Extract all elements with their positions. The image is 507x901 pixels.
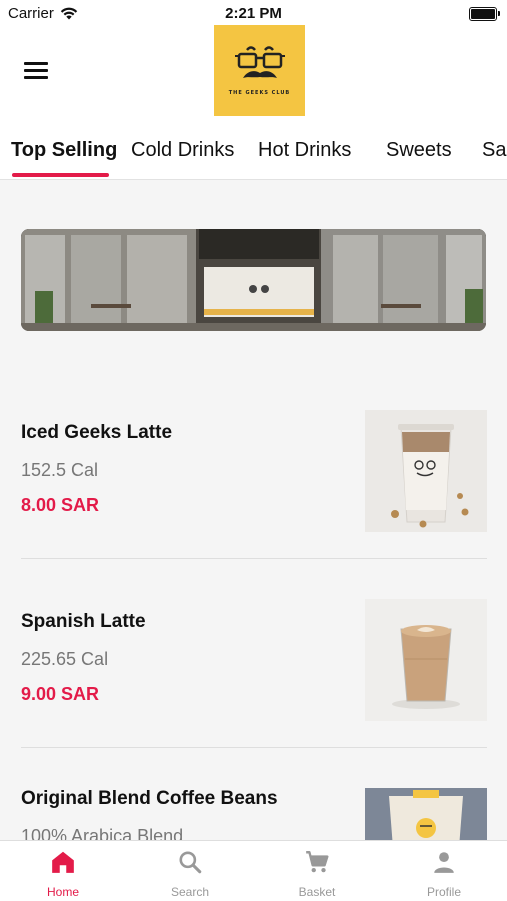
nav-home-label: Home: [46, 885, 79, 899]
bottom-navigation: Home Search Basket Profile: [0, 840, 507, 901]
cafe-storefront-banner[interactable]: [21, 229, 486, 331]
list-divider: [21, 558, 487, 559]
basket-icon: [306, 851, 329, 873]
search-icon: [179, 851, 202, 874]
hamburger-menu-button[interactable]: [24, 62, 48, 80]
nav-search[interactable]: Search: [127, 841, 253, 901]
spanish-latte-glass-icon: [365, 599, 487, 721]
nav-basket-label: Basket: [298, 885, 336, 899]
nav-basket[interactable]: Basket: [254, 841, 380, 901]
tab-sweets[interactable]: Sweets: [386, 139, 452, 162]
status-time: 2:21 PM: [225, 5, 282, 22]
cafe-storefront-image: [21, 229, 486, 331]
nav-home[interactable]: Home: [0, 841, 126, 901]
logo-text: THE GEEKS CLUB: [228, 89, 291, 96]
iced-latte-cup-icon: [365, 410, 487, 532]
tab-hot-drinks[interactable]: Hot Drinks: [258, 139, 351, 162]
spanish-latte-image: [365, 599, 487, 721]
coffee-beans-bag-icon: [365, 788, 487, 848]
status-bar: Carrier 2:21 PM: [0, 0, 507, 28]
tab-top-selling[interactable]: Top Selling: [11, 139, 117, 162]
glasses-mustache-logo-icon: [234, 45, 285, 78]
nav-search-label: Search: [170, 885, 210, 899]
product-item[interactable]: Iced Geeks Latte 152.5 Cal 8.00 SAR: [21, 410, 487, 532]
category-tabs: Top Selling Cold Drinks Hot Drinks Sweet…: [0, 123, 507, 180]
tab-sandwiches[interactable]: Sa: [482, 139, 506, 162]
active-tab-indicator: [12, 173, 109, 177]
product-item[interactable]: Spanish Latte 225.65 Cal 9.00 SAR: [21, 599, 487, 721]
iced-latte-image: [365, 410, 487, 532]
profile-icon: [434, 852, 454, 873]
brand-logo: THE GEEKS CLUB: [214, 25, 305, 116]
list-divider: [21, 747, 487, 748]
battery-icon: [469, 7, 500, 21]
home-icon: [52, 851, 74, 873]
tab-cold-drinks[interactable]: Cold Drinks: [131, 139, 234, 162]
nav-profile[interactable]: Profile: [381, 841, 507, 901]
app-header: THE GEEKS CLUB: [0, 25, 507, 123]
coffee-beans-bag-image: [365, 788, 487, 848]
product-item[interactable]: Original Blend Coffee Beans 100% Arabica…: [21, 788, 487, 848]
nav-profile-label: Profile: [426, 885, 461, 899]
